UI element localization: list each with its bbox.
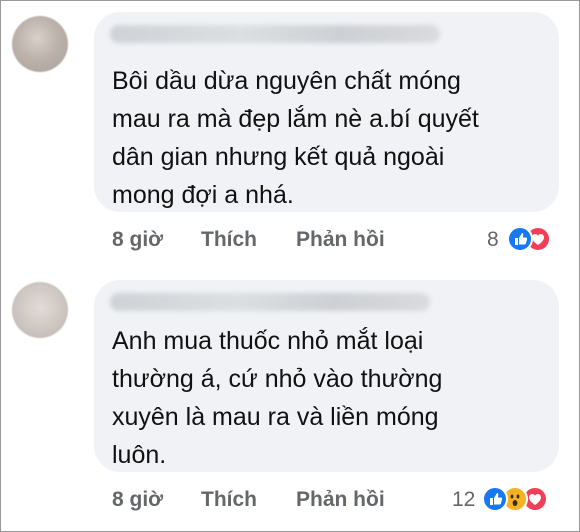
comment-timestamp[interactable]: 8 giờ	[112, 488, 163, 512]
commenter-name-redacted[interactable]	[110, 25, 440, 43]
reaction-summary[interactable]: 12	[452, 486, 572, 514]
like-link[interactable]: Thích	[201, 488, 257, 512]
comment-text: Bôi dầu dừa nguyên chất móng mau ra mà đ…	[112, 67, 479, 209]
comment-timestamp[interactable]: 8 giờ	[112, 228, 163, 252]
comment-bubble: Anh mua thuốc nhỏ mắt loại thường á, cứ …	[94, 280, 559, 472]
reaction-count: 12	[452, 488, 476, 511]
avatar[interactable]	[12, 16, 68, 72]
reply-link[interactable]: Phản hồi	[296, 228, 385, 252]
comment-text: Anh mua thuốc nhỏ mắt loại thường á, cứ …	[112, 327, 443, 469]
like-link[interactable]: Thích	[201, 228, 257, 252]
reaction-count: 8	[487, 228, 499, 251]
comment-bubble: Bôi dầu dừa nguyên chất móng mau ra mà đ…	[94, 12, 559, 212]
avatar[interactable]	[12, 282, 68, 338]
commenter-name-redacted[interactable]	[110, 293, 430, 311]
reaction-summary[interactable]: 8	[487, 226, 567, 254]
reply-link[interactable]: Phản hồi	[296, 488, 385, 512]
like-icon	[507, 226, 533, 252]
like-icon	[482, 486, 508, 512]
